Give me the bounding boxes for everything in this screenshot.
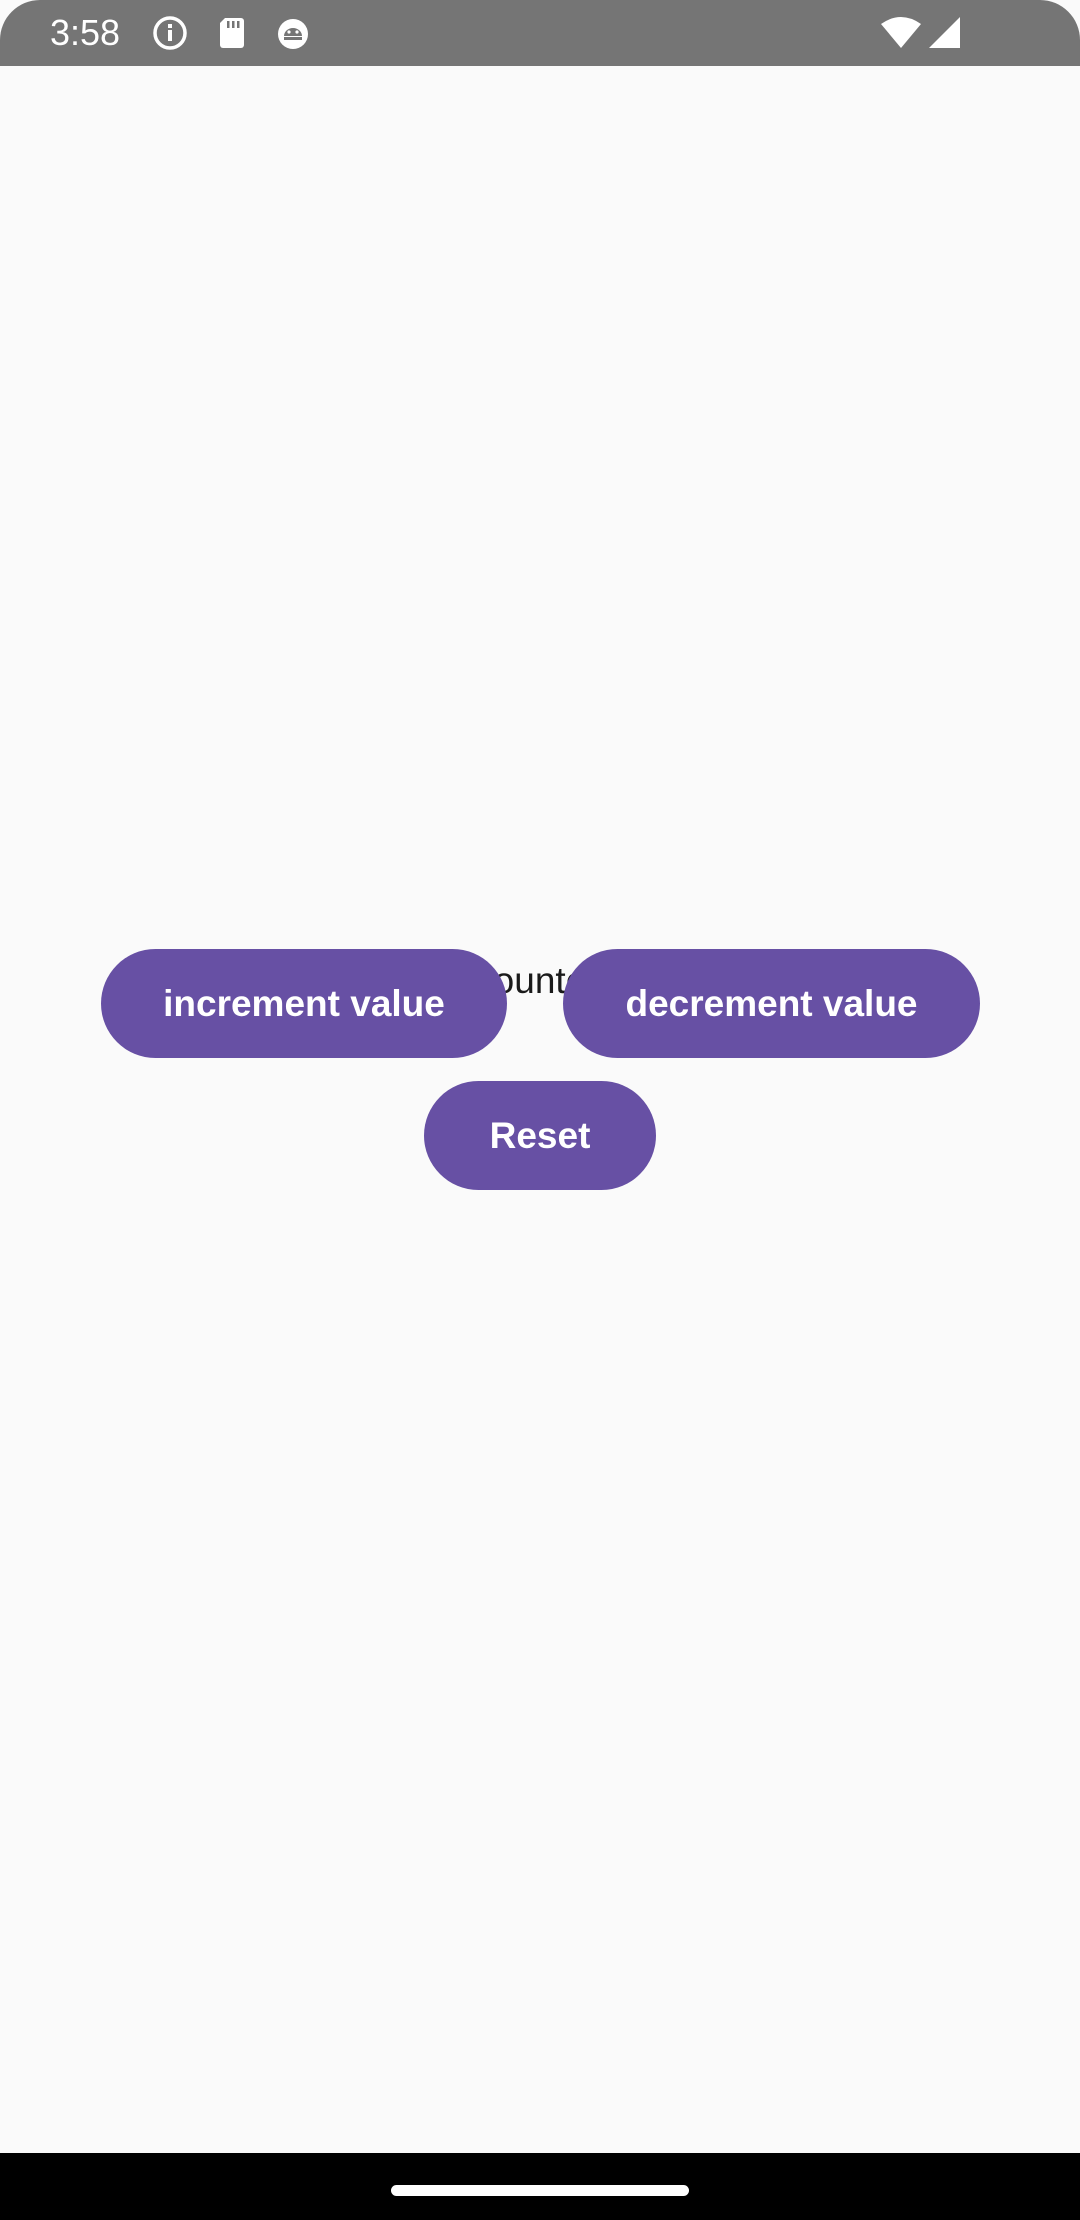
info-icon: [153, 16, 187, 50]
cellular-signal-icon: [929, 17, 960, 48]
wifi-icon: [881, 17, 921, 48]
android-debug-icon: [278, 19, 308, 49]
sd-card-icon: [220, 18, 244, 48]
reset-button[interactable]: Reset: [424, 1081, 656, 1190]
decrement-button[interactable]: decrement value: [563, 949, 980, 1058]
home-handle-icon[interactable]: [391, 2185, 689, 2196]
increment-button[interactable]: increment value: [101, 949, 507, 1058]
navigation-bar: [0, 2153, 1080, 2220]
status-time: 3:58: [50, 12, 121, 53]
status-bar: 3:58: [0, 0, 1080, 66]
